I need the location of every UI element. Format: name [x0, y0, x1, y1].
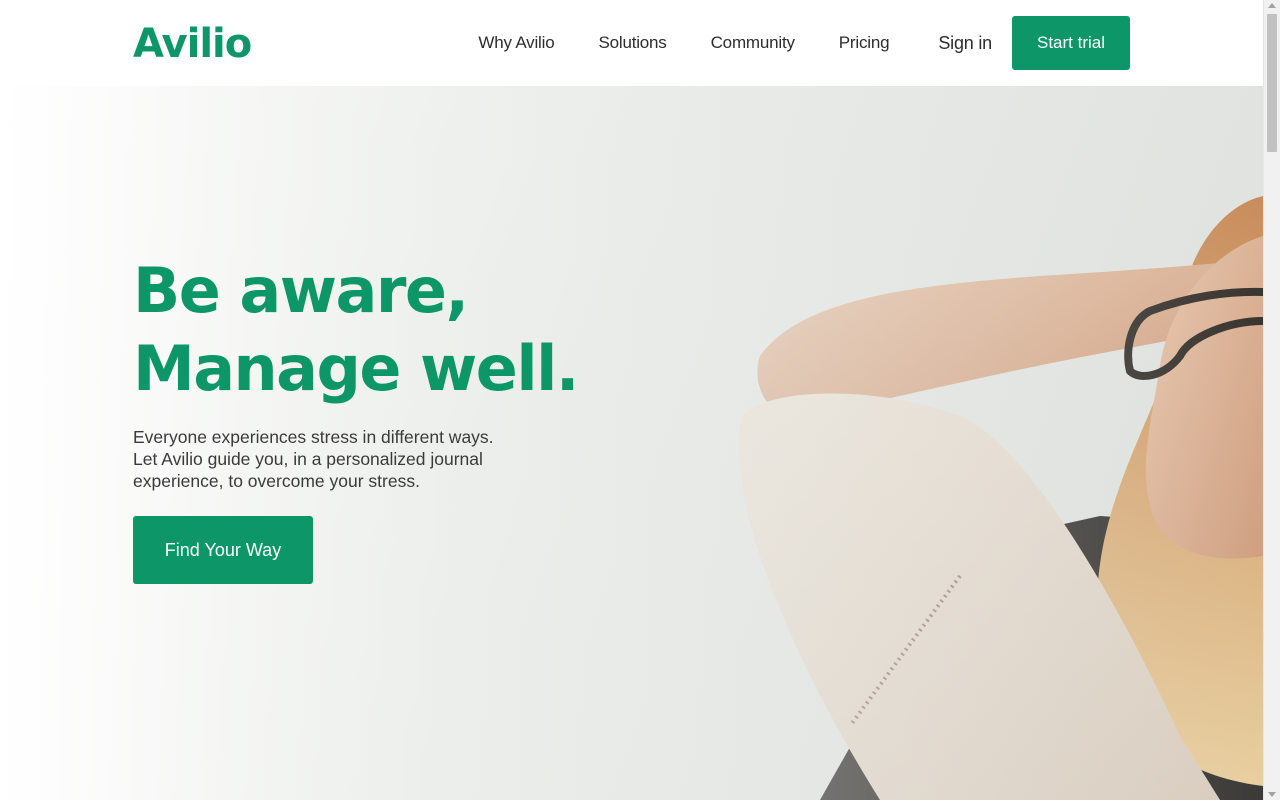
find-your-way-button[interactable]: Find Your Way	[133, 516, 313, 584]
hero-headline: Be aware, Manage well.	[133, 252, 579, 408]
sign-in-link[interactable]: Sign in	[938, 33, 992, 54]
page: Avilio Why Avilio Solutions Community Pr…	[0, 0, 1263, 800]
hero-subtext: Everyone experiences stress in different…	[133, 427, 494, 491]
hero-section: Be aware, Manage well. Everyone experien…	[0, 86, 1263, 800]
page-scrollbar[interactable]	[1263, 0, 1280, 800]
hero-headline-line2: Manage well.	[133, 332, 579, 405]
hero-headline-line1: Be aware,	[133, 254, 469, 327]
nav-item-pricing[interactable]: Pricing	[839, 33, 890, 53]
nav-item-solutions[interactable]: Solutions	[598, 33, 666, 53]
start-trial-button[interactable]: Start trial	[1012, 16, 1130, 70]
nav-item-why-avilio[interactable]: Why Avilio	[478, 33, 554, 53]
scroll-thumb[interactable]	[1267, 14, 1277, 152]
hero-text: Be aware, Manage well. Everyone experien…	[133, 252, 579, 584]
main-nav: Why Avilio Solutions Community Pricing S…	[478, 16, 1130, 70]
nav-item-community[interactable]: Community	[711, 33, 795, 53]
logo[interactable]: Avilio	[133, 18, 252, 70]
scroll-down-arrow-icon[interactable]	[1268, 792, 1276, 797]
scroll-up-arrow-icon[interactable]	[1268, 3, 1276, 8]
site-header: Avilio Why Avilio Solutions Community Pr…	[0, 0, 1263, 86]
